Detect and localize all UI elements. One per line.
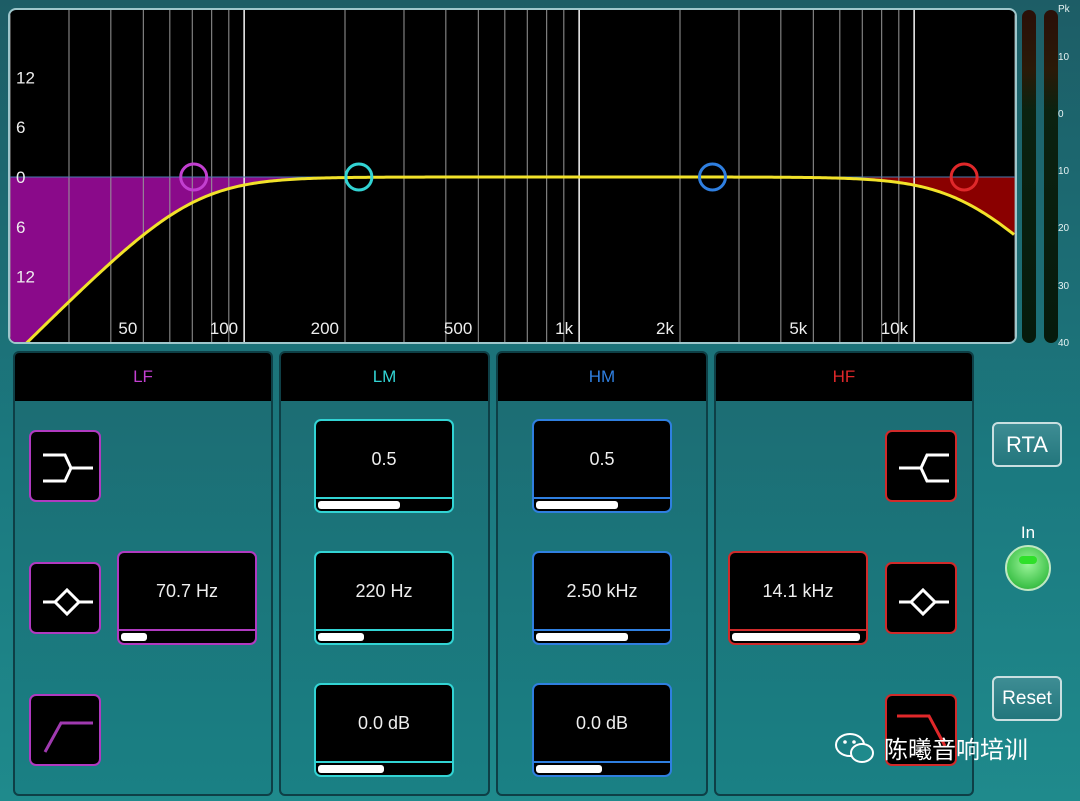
band-title: HF <box>716 353 972 401</box>
meter-scale-label: Pk <box>1058 4 1070 15</box>
meter-scale-label: 20 <box>1058 223 1070 234</box>
meter-scale-label: 0 <box>1058 109 1064 120</box>
shelf-icon <box>899 453 949 483</box>
lm-q-control[interactable]: 0.5 <box>314 419 454 513</box>
lm-gain-control[interactable]: 0.0 dB <box>314 683 454 777</box>
value-text: 0.5 <box>371 449 397 469</box>
level-fill <box>536 501 618 509</box>
highpass-icon <box>43 721 93 753</box>
eq-graph[interactable]: 12 6 0 6 12 50 100 200 500 1k 2k 5k 10k <box>8 8 1017 344</box>
meter-scale-label: 30 <box>1058 281 1070 292</box>
x-tick-label: 500 <box>444 319 472 338</box>
y-tick-label: 12 <box>16 268 35 287</box>
y-tick-label: 6 <box>16 118 25 137</box>
value-text: 0.5 <box>589 449 615 469</box>
level-fill <box>536 765 602 773</box>
wechat-icon <box>835 732 874 763</box>
lf-response-fill <box>10 177 446 342</box>
lf-bell-button[interactable] <box>29 562 101 634</box>
watermark-text: 陈曦音响培训 <box>884 737 1028 764</box>
lf-highpass-button[interactable] <box>29 694 101 766</box>
hm-frequency-control[interactable]: 2.50 kHz <box>532 551 672 645</box>
band-title: LF <box>15 353 271 401</box>
hm-q-control[interactable]: 0.5 <box>532 419 672 513</box>
y-tick-label: 0 <box>16 168 25 187</box>
shelf-icon <box>43 453 93 483</box>
rta-button[interactable]: RTA <box>992 422 1062 467</box>
level-meter-right <box>1044 10 1058 343</box>
value-text: 0.0 dB <box>575 713 629 733</box>
value-text: 14.1 kHz <box>762 581 834 601</box>
x-tick-label: 2k <box>656 319 674 338</box>
value-text: 0.0 dB <box>357 713 411 733</box>
x-tick-label: 50 <box>118 319 137 338</box>
band-title: LM <box>281 353 488 401</box>
lm-frequency-control[interactable]: 220 Hz <box>314 551 454 645</box>
level-fill <box>121 633 148 641</box>
level-fill <box>318 765 384 773</box>
x-tick-label: 1k <box>555 319 573 338</box>
hm-gain-control[interactable]: 0.0 dB <box>532 683 672 777</box>
hf-bell-button[interactable] <box>885 562 957 634</box>
y-tick-label: 6 <box>16 218 25 237</box>
hf-frequency-control[interactable]: 14.1 kHz <box>728 551 868 645</box>
lf-shelf-button[interactable] <box>29 430 101 502</box>
in-toggle-led[interactable] <box>1005 545 1051 591</box>
value-text: 70.7 Hz <box>155 581 219 601</box>
level-fill <box>732 633 861 641</box>
x-tick-label: 10k <box>881 319 909 338</box>
hf-response-fill <box>780 177 1015 236</box>
value-text: 220 Hz <box>355 581 413 601</box>
meter-scale-label: 10 <box>1058 52 1070 63</box>
watermark: 陈曦音响培训 <box>834 730 1028 765</box>
x-tick-label: 100 <box>210 319 238 338</box>
hf-shelf-button[interactable] <box>885 430 957 502</box>
level-fill <box>318 633 365 641</box>
bell-icon <box>899 587 949 617</box>
reset-button[interactable]: Reset <box>992 676 1062 721</box>
lf-frequency-control[interactable]: 70.7 Hz <box>117 551 257 645</box>
meter-scale-label: 40 <box>1058 338 1070 349</box>
value-text: 2.50 kHz <box>566 581 638 601</box>
bell-icon <box>43 587 93 617</box>
band-title: HM <box>498 353 706 401</box>
level-meter-left <box>1022 10 1036 343</box>
x-tick-label: 5k <box>789 319 807 338</box>
meter-scale-label: 10 <box>1058 166 1070 177</box>
level-fill <box>318 501 400 509</box>
x-tick-label: 200 <box>311 319 339 338</box>
level-fill <box>536 633 629 641</box>
y-tick-label: 12 <box>16 68 35 87</box>
in-label: In <box>1020 523 1036 542</box>
